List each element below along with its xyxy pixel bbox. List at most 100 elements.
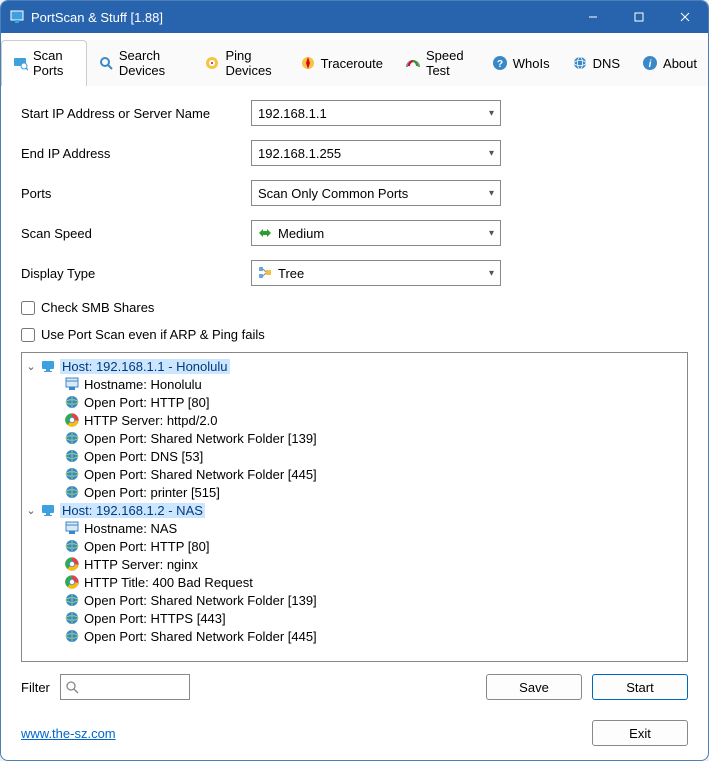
tree-item-row[interactable]: Open Port: HTTPS [443] <box>24 609 685 627</box>
chevron-down-icon: ▾ <box>489 228 494 239</box>
save-button[interactable]: Save <box>486 674 582 700</box>
window-controls <box>570 1 708 33</box>
tab-scan-ports[interactable]: Scan Ports <box>1 40 87 86</box>
footer: www.the-sz.com Exit <box>1 710 708 760</box>
window-title: PortScan & Stuff [1.88] <box>31 10 570 25</box>
title-bar: PortScan & Stuff [1.88] <box>1 1 708 33</box>
display-type-label: Display Type <box>21 266 251 281</box>
speed-icon <box>258 226 272 240</box>
ports-select[interactable]: Scan Only Common Ports ▾ <box>251 180 501 206</box>
tree-host-label: Host: 192.168.1.2 - NAS <box>60 503 205 518</box>
tree-item-label: HTTP Title: 400 Bad Request <box>84 575 253 590</box>
tree-item-label: Open Port: HTTP [80] <box>84 539 209 554</box>
tab-label: Ping Devices <box>225 48 277 78</box>
website-link[interactable]: www.the-sz.com <box>21 726 116 741</box>
check-arp-checkbox[interactable] <box>21 328 35 342</box>
chevron-down-icon: ▾ <box>489 148 494 159</box>
tree-expand-icon[interactable]: ⌄ <box>24 504 38 517</box>
search-devices-icon <box>98 55 114 71</box>
results-tree[interactable]: ⌄Host: 192.168.1.1 - Honolulu Hostname: H… <box>21 352 688 662</box>
tree-item-row[interactable]: Open Port: DNS [53] <box>24 447 685 465</box>
tree-item-label: Hostname: Honolulu <box>84 377 202 392</box>
tab-search-devices[interactable]: Search Devices <box>87 40 194 86</box>
browser-icon <box>64 556 80 572</box>
filter-input-wrapper <box>60 674 190 700</box>
speed-test-icon <box>405 55 421 71</box>
tab-whois[interactable]: WhoIs <box>481 40 561 86</box>
start-ip-value: 192.168.1.1 <box>258 106 327 121</box>
dns-icon <box>572 55 588 71</box>
tree-item-row[interactable]: Open Port: HTTP [80] <box>24 393 685 411</box>
scan-speed-value: Medium <box>278 226 324 241</box>
check-arp-label: Use Port Scan even if ARP & Ping fails <box>41 327 265 342</box>
exit-button[interactable]: Exit <box>592 720 688 746</box>
tree-item-label: Hostname: NAS <box>84 521 177 536</box>
tab-speed-test[interactable]: Speed Test <box>394 40 481 86</box>
tree-host-row[interactable]: ⌄Host: 192.168.1.1 - Honolulu <box>24 357 685 375</box>
end-ip-input[interactable]: 192.168.1.255 ▾ <box>251 140 501 166</box>
tab-label: DNS <box>593 56 620 71</box>
tree-item-row[interactable]: Open Port: Shared Network Folder [139] <box>24 591 685 609</box>
tree-item-label: HTTP Server: httpd/2.0 <box>84 413 217 428</box>
chevron-down-icon: ▾ <box>489 268 494 279</box>
tab-label: Traceroute <box>321 56 383 71</box>
tree-item-label: Open Port: DNS [53] <box>84 449 203 464</box>
host-icon <box>40 358 56 374</box>
tab-ping-devices[interactable]: Ping Devices <box>193 40 288 86</box>
tree-item-row[interactable]: HTTP Server: httpd/2.0 <box>24 411 685 429</box>
chevron-down-icon: ▾ <box>489 188 494 199</box>
traceroute-icon <box>300 55 316 71</box>
port-icon <box>64 538 80 554</box>
tab-about[interactable]: About <box>631 40 708 86</box>
port-icon <box>64 394 80 410</box>
check-smb-checkbox[interactable] <box>21 301 35 315</box>
scan-speed-select[interactable]: Medium ▾ <box>251 220 501 246</box>
tree-item-row[interactable]: Hostname: NAS <box>24 519 685 537</box>
tab-label: WhoIs <box>513 56 550 71</box>
host-icon <box>40 502 56 518</box>
tree-item-label: Open Port: printer [515] <box>84 485 220 500</box>
tree-item-row[interactable]: Open Port: Shared Network Folder [445] <box>24 627 685 645</box>
start-ip-label: Start IP Address or Server Name <box>21 106 251 121</box>
display-type-select[interactable]: Tree ▾ <box>251 260 501 286</box>
scan-speed-label: Scan Speed <box>21 226 251 241</box>
port-icon <box>64 448 80 464</box>
app-icon <box>9 9 25 25</box>
hostname-icon <box>64 520 80 536</box>
port-icon <box>64 430 80 446</box>
tab-dns[interactable]: DNS <box>561 40 631 86</box>
start-button[interactable]: Start <box>592 674 688 700</box>
tree-item-row[interactable]: Open Port: Shared Network Folder [139] <box>24 429 685 447</box>
port-icon <box>64 592 80 608</box>
tree-expand-icon[interactable]: ⌄ <box>24 360 38 373</box>
tab-label: Speed Test <box>426 48 470 78</box>
ping-devices-icon <box>204 55 220 71</box>
tab-content-scan-ports: Start IP Address or Server Name 192.168.… <box>1 86 708 710</box>
ports-value: Scan Only Common Ports <box>258 186 408 201</box>
tree-item-row[interactable]: HTTP Server: nginx <box>24 555 685 573</box>
port-icon <box>64 628 80 644</box>
tree-item-row[interactable]: Hostname: Honolulu <box>24 375 685 393</box>
tree-item-row[interactable]: Open Port: Shared Network Folder [445] <box>24 465 685 483</box>
tree-item-row[interactable]: Open Port: printer [515] <box>24 483 685 501</box>
start-ip-input[interactable]: 192.168.1.1 ▾ <box>251 100 501 126</box>
port-icon <box>64 484 80 500</box>
check-smb-label: Check SMB Shares <box>41 300 154 315</box>
close-button[interactable] <box>662 1 708 33</box>
tab-traceroute[interactable]: Traceroute <box>289 40 394 86</box>
tree-item-row[interactable]: HTTP Title: 400 Bad Request <box>24 573 685 591</box>
filter-input[interactable] <box>83 680 185 695</box>
scan-ports-icon <box>12 55 28 71</box>
maximize-button[interactable] <box>616 1 662 33</box>
about-icon <box>642 55 658 71</box>
browser-icon <box>64 574 80 590</box>
tree-item-label: Open Port: Shared Network Folder [139] <box>84 593 317 608</box>
app-window: PortScan & Stuff [1.88] Scan PortsSearch… <box>0 0 709 761</box>
minimize-button[interactable] <box>570 1 616 33</box>
tree-item-label: Open Port: Shared Network Folder [139] <box>84 431 317 446</box>
whois-icon <box>492 55 508 71</box>
tab-label: About <box>663 56 697 71</box>
tree-item-row[interactable]: Open Port: HTTP [80] <box>24 537 685 555</box>
tree-host-row[interactable]: ⌄ Host: 192.168.1.2 - NAS <box>24 501 685 519</box>
tree-icon <box>258 266 272 280</box>
